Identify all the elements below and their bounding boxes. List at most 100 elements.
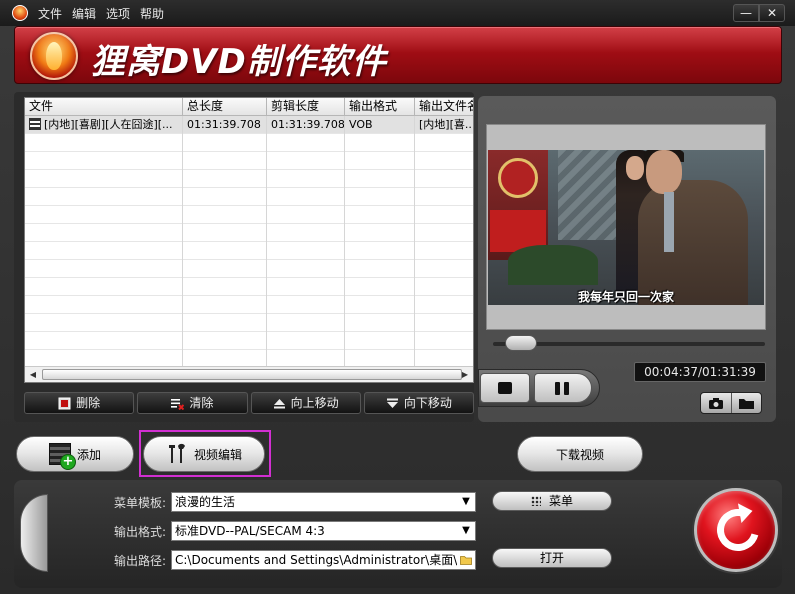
tools-icon (168, 443, 185, 463)
empty-cell (415, 260, 473, 278)
column-header-file[interactable]: 文件 (25, 98, 183, 116)
cell-total-length: 01:31:39.708 (183, 116, 267, 134)
column-header-clip-length[interactable]: 剪辑长度 (267, 98, 345, 116)
empty-cell (415, 170, 473, 188)
open-button[interactable]: 打开 (492, 548, 612, 568)
app-flame-icon[interactable] (12, 5, 28, 21)
menu-template-value: 浪漫的生活 (175, 495, 236, 509)
video-preview (488, 150, 764, 305)
delete-button[interactable]: 删除 (24, 392, 135, 414)
column-header-output-format[interactable]: 输出格式 (345, 98, 415, 116)
move-up-label: 向上移动 (290, 396, 339, 410)
horizontal-scrollbar[interactable]: ◀ ▶ (25, 366, 473, 382)
move-down-button[interactable]: 向下移动 (363, 392, 474, 414)
chevron-down-icon[interactable]: ▼ (457, 522, 475, 540)
table-row-empty (25, 206, 473, 224)
empty-cell (267, 224, 345, 242)
table-row-empty (25, 332, 473, 350)
close-button[interactable]: ✕ (759, 4, 785, 22)
menu-options[interactable]: 选项 (106, 5, 130, 22)
empty-cell (415, 206, 473, 224)
download-video-button[interactable]: 下载视频 (517, 436, 643, 472)
move-up-icon (273, 398, 285, 408)
scrollbar-thumb[interactable] (42, 369, 462, 380)
empty-cell (415, 152, 473, 170)
cell-file: [内地][喜剧][人在囧途][... (25, 116, 183, 134)
video-subtitle: 我每年只回一次家 (577, 290, 674, 304)
empty-cell (415, 332, 473, 350)
snapshot-button[interactable] (701, 393, 732, 413)
empty-cell (415, 188, 473, 206)
menu-edit[interactable]: 编辑 (72, 5, 96, 22)
empty-cell (345, 314, 415, 332)
minimize-button[interactable]: — (733, 4, 759, 22)
snapshot-folder-button[interactable] (732, 393, 762, 413)
empty-cell (345, 278, 415, 296)
empty-cell (267, 242, 345, 260)
empty-cell (25, 278, 183, 296)
empty-cell (415, 278, 473, 296)
empty-cell (415, 134, 473, 152)
seek-thumb[interactable] (505, 335, 537, 351)
empty-cell (345, 170, 415, 188)
add-button[interactable]: 添加 (16, 436, 134, 472)
file-table[interactable]: 文件 总长度 剪辑长度 输出格式 输出文件名 [内地][喜剧][人在囧途][..… (24, 97, 474, 383)
output-format-select[interactable]: 标准DVD--PAL/SECAM 4:3 ▼ (171, 521, 476, 541)
empty-cell (415, 242, 473, 260)
empty-cell (345, 260, 415, 278)
empty-cell (267, 206, 345, 224)
list-toolbar: 删除 清除 向上移动 向下移动 (24, 392, 474, 414)
chevron-down-icon[interactable]: ▼ (457, 493, 475, 511)
start-convert-button[interactable] (694, 488, 778, 572)
video-edit-button[interactable]: 视频编辑 (143, 436, 265, 472)
table-header: 文件 总长度 剪辑长度 输出格式 输出文件名 (25, 98, 473, 116)
time-display: 00:04:37/01:31:39 (634, 362, 766, 382)
empty-cell (267, 278, 345, 296)
refresh-arrow-icon (709, 501, 767, 559)
video-scene-collar (664, 192, 674, 252)
scroll-right-icon[interactable]: ▶ (457, 367, 473, 382)
menu-file[interactable]: 文件 (38, 5, 62, 22)
clear-button[interactable]: 清除 (137, 392, 248, 414)
menu-help[interactable]: 帮助 (140, 5, 164, 22)
menu-button-label: 菜单 (548, 494, 573, 508)
menu-bar: 文件 编辑 选项 帮助 (38, 5, 164, 22)
empty-cell (415, 296, 473, 314)
empty-cell (25, 296, 183, 314)
table-row-empty (25, 278, 473, 296)
empty-cell (25, 206, 183, 224)
folder-icon (738, 398, 754, 409)
empty-cell (183, 224, 267, 242)
empty-cell (183, 188, 267, 206)
empty-cell (25, 134, 183, 152)
browse-folder-icon[interactable] (457, 551, 475, 569)
empty-cell (25, 332, 183, 350)
video-scene-man (638, 180, 748, 305)
pause-button[interactable] (534, 373, 592, 403)
table-row-empty (25, 152, 473, 170)
add-video-icon (48, 443, 76, 470)
app-window: 文件 编辑 选项 帮助 — ✕ 狸窝DVD制作软件 文件 总长度 剪辑长度 输出… (0, 0, 795, 594)
menu-template-label: 菜单模板: (113, 496, 166, 510)
empty-cell (183, 152, 267, 170)
column-header-total-length[interactable]: 总长度 (183, 98, 267, 116)
stop-button[interactable] (480, 373, 530, 403)
move-down-label: 向下移动 (403, 396, 452, 410)
table-row[interactable]: [内地][喜剧][人在囧途][... 01:31:39.708 01:31:39… (25, 116, 473, 134)
output-path-field[interactable]: C:\Documents and Settings\Administrator\… (171, 550, 476, 570)
camera-icon (708, 397, 723, 409)
table-row-empty (25, 260, 473, 278)
empty-cell (183, 242, 267, 260)
table-row-empty (25, 224, 473, 242)
empty-cell (25, 260, 183, 278)
empty-cell (345, 296, 415, 314)
empty-cell (25, 188, 183, 206)
menu-button[interactable]: 菜单 (492, 491, 612, 511)
scroll-left-icon[interactable]: ◀ (25, 367, 41, 382)
move-up-button[interactable]: 向上移动 (250, 392, 361, 414)
menu-template-select[interactable]: 浪漫的生活 ▼ (171, 492, 476, 512)
open-button-label: 打开 (539, 551, 564, 565)
empty-cell (267, 188, 345, 206)
column-header-output-filename[interactable]: 输出文件名 (415, 98, 473, 116)
app-banner: 狸窝DVD制作软件 (14, 26, 782, 84)
